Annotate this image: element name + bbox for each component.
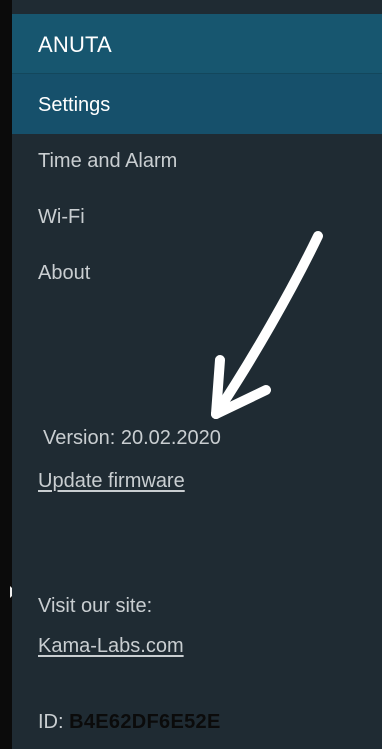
app-title: ANUTA [38,32,112,57]
app-header[interactable]: ANUTA [12,14,384,74]
sidebar-item-settings-label: Settings [38,94,111,116]
version-text: Version: 20.02.2020 [43,427,221,449]
site-link[interactable]: Kama-Labs.com [38,635,184,658]
device-id-value: B4E62DF6E52E [69,711,221,733]
update-firmware-link[interactable]: Update firmware [38,470,185,493]
sidebar-item-settings[interactable]: Settings [12,74,384,134]
visit-site-label: Visit our site: [38,595,153,617]
sidebar-item-time-and-alarm[interactable]: Time and Alarm [38,150,177,173]
sidebar-item-wifi[interactable]: Wi-Fi [38,206,85,229]
device-id-label: ID: [38,711,64,733]
screenshot-frame: ANUTA Settings Time and Alarm Wi-Fi Abou… [0,0,388,749]
left-window-edge [0,0,16,749]
right-window-edge [382,0,388,749]
arrow-annotation-icon [211,231,323,419]
sidebar-item-about[interactable]: About [38,262,90,285]
sidebar-menu: ANUTA Settings Time and Alarm Wi-Fi Abou… [12,0,384,749]
device-id-row: ID: B4E62DF6E52E [38,711,221,734]
